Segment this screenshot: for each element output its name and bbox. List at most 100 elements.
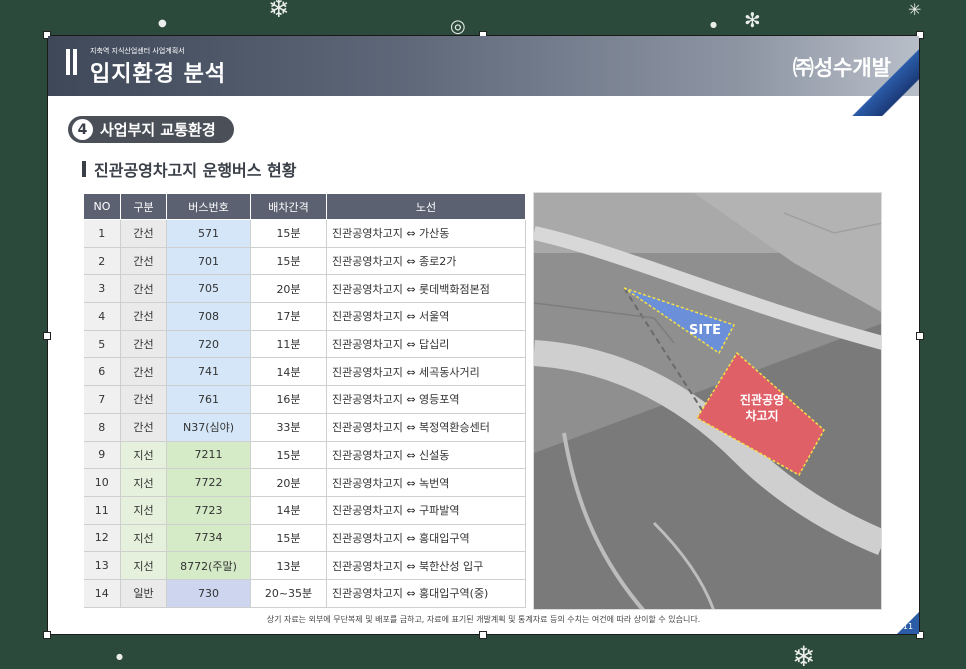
table-row: 14 일반 730 20~35분 진관공영차고지 ⇔ 홍대입구역(중) xyxy=(83,579,526,608)
brand-name: ㈜성수개발 xyxy=(792,56,891,80)
table-row: 3 간선 705 20분 진관공영차고지 ⇔ 롯데백화점본점 xyxy=(83,274,526,304)
cell-bus-number: 705 xyxy=(166,274,251,304)
section-title: 사업부지 교통환경 xyxy=(100,121,216,139)
cell-route: 진관공영차고지 ⇔ 홍대입구역 xyxy=(326,524,526,553)
cell-no: 8 xyxy=(83,413,121,442)
site-label: SITE xyxy=(689,323,721,338)
table-header-row: NO 구분 버스번호 배차간격 노선 xyxy=(83,193,526,220)
table-row: 1 간선 571 15분 진관공영차고지 ⇔ 가산동 xyxy=(83,219,526,248)
cell-interval: 33분 xyxy=(250,413,327,442)
cell-no: 7 xyxy=(83,385,121,414)
snowflake-icon: ❄ xyxy=(792,640,816,669)
cell-route: 진관공영차고지 ⇔ 복정역환승센터 xyxy=(326,413,526,442)
resize-handle[interactable] xyxy=(916,332,924,340)
location-map: SITE 진관공영 차고지 xyxy=(533,192,882,610)
cell-interval: 16분 xyxy=(250,385,327,414)
header-no: NO xyxy=(83,193,121,220)
cell-route: 진관공영차고지 ⇔ 북한산성 입구 xyxy=(326,551,526,580)
table-row: 7 간선 761 16분 진관공영차고지 ⇔ 영등포역 xyxy=(83,385,526,414)
dot-icon: ● xyxy=(710,20,717,29)
cell-type: 지선 xyxy=(120,468,167,497)
cell-no: 10 xyxy=(83,468,121,497)
cell-route: 진관공영차고지 ⇔ 롯데백화점본점 xyxy=(326,274,526,304)
depot-label-line2: 차고지 xyxy=(745,408,778,423)
dot-icon: ● xyxy=(158,18,167,29)
slide-header: 지축역 지식산업센터 사업계획서 입지환경 분석 ㈜성수개발 xyxy=(48,36,919,116)
cell-type: 간선 xyxy=(120,219,167,248)
cell-interval: 20분 xyxy=(250,468,327,497)
resize-handle[interactable] xyxy=(43,332,51,340)
cell-bus-number: N37(심야) xyxy=(166,413,251,442)
header-bars-icon xyxy=(66,49,80,79)
dot-icon: ● xyxy=(116,652,123,661)
cell-no: 9 xyxy=(83,441,121,470)
snowflake-icon: ✻ xyxy=(744,8,761,32)
cell-bus-number: 7211 xyxy=(166,441,251,470)
table-row: 12 지선 7734 15분 진관공영차고지 ⇔ 홍대입구역 xyxy=(83,524,526,553)
bus-table: NO 구분 버스번호 배차간격 노선 1 간선 571 15분 진관공영차고지 ⇔ 가산… xyxy=(83,193,526,608)
cell-interval: 20분 xyxy=(250,274,327,304)
cell-type: 간선 xyxy=(120,330,167,359)
cell-bus-number: 571 xyxy=(166,219,251,248)
header-bus-number: 버스번호 xyxy=(166,193,251,220)
cell-type: 지선 xyxy=(120,524,167,553)
cell-route: 진관공영차고지 ⇔ 가산동 xyxy=(326,219,526,248)
slide: 지축역 지식산업센터 사업계획서 입지환경 분석 ㈜성수개발 4 사업부지 교통… xyxy=(43,31,924,639)
cell-route: 진관공영차고지 ⇔ 영등포역 xyxy=(326,385,526,414)
cell-bus-number: 708 xyxy=(166,302,251,331)
cell-bus-number: 8772(주말) xyxy=(166,551,251,580)
cell-type: 간선 xyxy=(120,247,167,276)
cell-interval: 20~35분 xyxy=(250,579,327,608)
footnote: 상기 자료는 외부에 무단복제 및 배포를 금하고, 자료에 표기된 개발계획 … xyxy=(266,615,701,624)
header-type: 구분 xyxy=(120,193,167,220)
cell-bus-number: 7734 xyxy=(166,524,251,553)
cell-type: 지선 xyxy=(120,441,167,470)
subtitle-bar-icon xyxy=(82,161,86,177)
cell-interval: 17분 xyxy=(250,302,327,331)
cell-interval: 15분 xyxy=(250,247,327,276)
cell-no: 4 xyxy=(83,302,121,331)
table-row: 10 지선 7722 20분 진관공영차고지 ⇔ 녹번역 xyxy=(83,468,526,497)
cell-bus-number: 720 xyxy=(166,330,251,359)
cell-interval: 14분 xyxy=(250,357,327,387)
cell-no: 5 xyxy=(83,330,121,359)
depot-label-line1: 진관공영 xyxy=(740,392,784,407)
table-row: 11 지선 7723 14분 진관공영차고지 ⇔ 구파발역 xyxy=(83,496,526,525)
cell-type: 간선 xyxy=(120,413,167,442)
cell-no: 1 xyxy=(83,219,121,248)
content-subtitle-text: 진관공영차고지 운행버스 현황 xyxy=(94,161,297,180)
cell-type: 간선 xyxy=(120,274,167,304)
cell-type: 간선 xyxy=(120,302,167,331)
cell-route: 진관공영차고지 ⇔ 종로2가 xyxy=(326,247,526,276)
cell-no: 13 xyxy=(83,551,121,580)
cell-no: 6 xyxy=(83,357,121,387)
cell-no: 12 xyxy=(83,524,121,553)
cell-interval: 11분 xyxy=(250,330,327,359)
bus-table-body: 1 간선 571 15분 진관공영차고지 ⇔ 가산동 2 간선 701 15분 진관공영차고지 ⇔… xyxy=(83,219,526,608)
cell-no: 14 xyxy=(83,579,121,608)
cell-route: 진관공영차고지 ⇔ 홍대입구역(중) xyxy=(326,579,526,608)
cell-type: 지선 xyxy=(120,551,167,580)
cell-type: 간선 xyxy=(120,357,167,387)
snowflake-icon: ✳ xyxy=(908,0,922,19)
cell-route: 진관공영차고지 ⇔ 서울역 xyxy=(326,302,526,331)
cell-route: 진관공영차고지 ⇔ 신설동 xyxy=(326,441,526,470)
cell-bus-number: 7722 xyxy=(166,468,251,497)
cell-no: 2 xyxy=(83,247,121,276)
table-row: 2 간선 701 15분 진관공영차고지 ⇔ 종로2가 xyxy=(83,247,526,276)
cell-route: 진관공영차고지 ⇔ 세곡동사거리 xyxy=(326,357,526,387)
header-subtitle: 지축역 지식산업센터 사업계획서 xyxy=(90,47,185,55)
section-heading: 4 사업부지 교통환경 xyxy=(68,116,234,143)
content-subtitle: 진관공영차고지 운행버스 현황 xyxy=(82,157,297,181)
cell-no: 11 xyxy=(83,496,121,525)
table-row: 8 간선 N37(심야) 33분 진관공영차고지 ⇔ 복정역환승센터 xyxy=(83,413,526,442)
table-row: 4 간선 708 17분 진관공영차고지 ⇔ 서울역 xyxy=(83,302,526,331)
resize-handle[interactable] xyxy=(43,631,51,639)
cell-bus-number: 761 xyxy=(166,385,251,414)
cell-bus-number: 741 xyxy=(166,357,251,387)
cell-bus-number: 7723 xyxy=(166,496,251,525)
cell-type: 일반 xyxy=(120,579,167,608)
cell-type: 간선 xyxy=(120,385,167,414)
table-row: 6 간선 741 14분 진관공영차고지 ⇔ 세곡동사거리 xyxy=(83,357,526,387)
resize-handle[interactable] xyxy=(479,631,487,639)
